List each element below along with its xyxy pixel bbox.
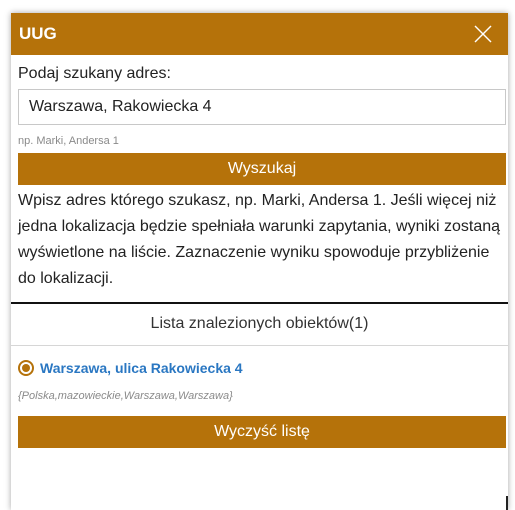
section-divider	[11, 302, 508, 304]
clear-list-button[interactable]: Wyczyść listę	[18, 416, 506, 448]
close-icon[interactable]	[472, 23, 494, 45]
results-header: Lista znalezionych obiektów(1)	[150, 315, 369, 332]
dialog-header: UUG	[11, 13, 508, 55]
result-detail: {Polska,mazowieckie,Warszawa,Warszawa}	[18, 390, 233, 402]
instructions-text: Wpisz adres którego szukasz, np. Marki, …	[18, 192, 501, 287]
search-button[interactable]: Wyszukaj	[18, 153, 506, 185]
dialog-title: UUG	[19, 24, 57, 43]
result-radio[interactable]	[18, 360, 34, 376]
address-input[interactable]	[18, 89, 506, 125]
search-dialog: UUG Podaj szukany adres: np. Marki, Ande…	[11, 13, 508, 510]
result-item[interactable]: Warszawa, ulica Rakowiecka 4	[18, 360, 501, 376]
scrollbar-handle[interactable]	[506, 496, 508, 510]
results-divider	[11, 345, 508, 346]
address-hint: np. Marki, Andersa 1	[18, 135, 119, 147]
address-label: Podaj szukany adres:	[18, 65, 171, 82]
radio-selected-dot	[22, 364, 30, 372]
dialog-content: Podaj szukany adres: np. Marki, Andersa …	[11, 65, 508, 448]
result-name-link[interactable]: Warszawa, ulica Rakowiecka 4	[40, 360, 243, 376]
